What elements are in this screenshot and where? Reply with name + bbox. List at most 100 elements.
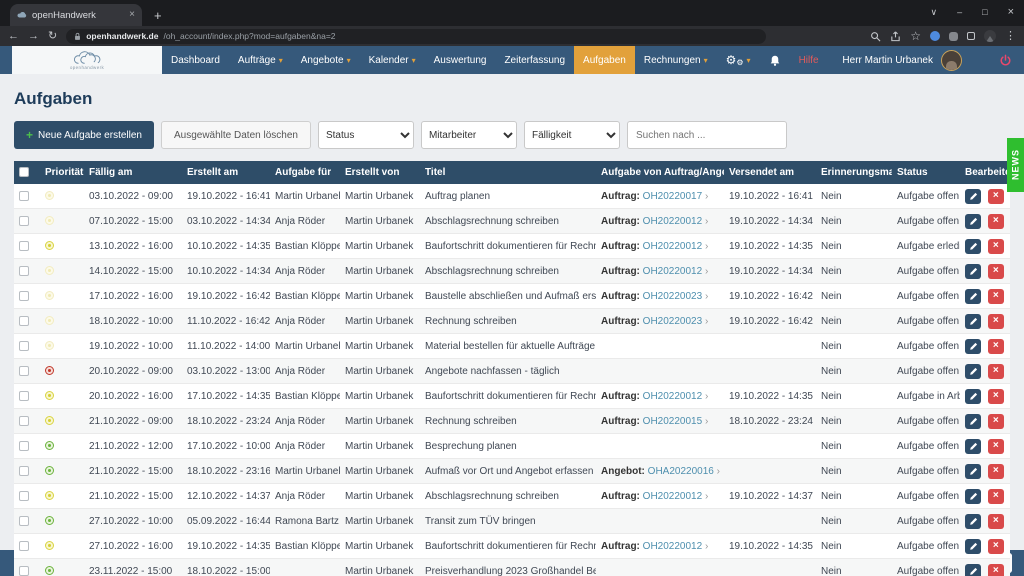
- delete-task-button[interactable]: ×: [988, 539, 1004, 554]
- edit-task-button[interactable]: [965, 364, 981, 379]
- brand-logo[interactable]: openhandwerk: [12, 46, 162, 74]
- browser-tab[interactable]: openHandwerk ×: [10, 4, 142, 26]
- ref-link[interactable]: OH20220012: [643, 391, 703, 402]
- new-task-button[interactable]: + Neue Aufgabe erstellen: [14, 121, 154, 149]
- nav-item-aufgaben[interactable]: Aufgaben: [574, 46, 635, 74]
- delete-task-button[interactable]: ×: [988, 289, 1004, 304]
- back-icon[interactable]: ←: [8, 31, 19, 42]
- row-checkbox[interactable]: [19, 491, 29, 501]
- edit-task-button[interactable]: [965, 514, 981, 529]
- ref-link[interactable]: OH20220023: [643, 291, 703, 302]
- edit-task-button[interactable]: [965, 439, 981, 454]
- edit-task-button[interactable]: [965, 314, 981, 329]
- ref-link[interactable]: OH20220015: [643, 416, 703, 427]
- forward-icon[interactable]: →: [28, 31, 39, 42]
- nav-item-zeiterfassung[interactable]: Zeiterfassung: [495, 46, 574, 74]
- delete-task-button[interactable]: ×: [988, 439, 1004, 454]
- notifications-button[interactable]: [760, 46, 790, 74]
- edit-task-button[interactable]: [965, 414, 981, 429]
- delete-task-button[interactable]: ×: [988, 314, 1004, 329]
- window-maximize-icon[interactable]: □: [982, 7, 987, 17]
- delete-task-button[interactable]: ×: [988, 239, 1004, 254]
- row-checkbox[interactable]: [19, 441, 29, 451]
- row-checkbox[interactable]: [19, 366, 29, 376]
- row-checkbox[interactable]: [19, 266, 29, 276]
- ref-link[interactable]: OHA20220016: [648, 466, 714, 477]
- settings-menu[interactable]: ⚙ ⚙ ▾: [717, 46, 760, 74]
- faelligkeit-filter-select[interactable]: Fälligkeit: [524, 121, 620, 149]
- delete-task-button[interactable]: ×: [988, 489, 1004, 504]
- window-close-icon[interactable]: ×: [1008, 6, 1014, 18]
- row-checkbox[interactable]: [19, 566, 29, 576]
- edit-task-button[interactable]: [965, 239, 981, 254]
- share-icon[interactable]: [890, 31, 901, 42]
- ref-link[interactable]: OH20220012: [643, 266, 703, 277]
- row-checkbox[interactable]: [19, 416, 29, 426]
- row-checkbox[interactable]: [19, 391, 29, 401]
- nav-item-kalender[interactable]: Kalender▾: [360, 46, 425, 74]
- ref-link[interactable]: OH20220023: [643, 316, 703, 327]
- edit-task-button[interactable]: [965, 339, 981, 354]
- mitarbeiter-filter-select[interactable]: Mitarbeiter: [421, 121, 517, 149]
- new-tab-button[interactable]: +: [154, 9, 162, 22]
- edit-task-button[interactable]: [965, 289, 981, 304]
- edit-task-button[interactable]: [965, 464, 981, 479]
- ref-link[interactable]: OH20220012: [643, 241, 703, 252]
- delete-task-button[interactable]: ×: [988, 214, 1004, 229]
- ref-link[interactable]: OH20220012: [643, 541, 703, 552]
- tab-search-icon[interactable]: ∨: [931, 7, 938, 18]
- delete-task-button[interactable]: ×: [988, 264, 1004, 279]
- edit-task-button[interactable]: [965, 214, 981, 229]
- row-checkbox[interactable]: [19, 216, 29, 226]
- tab-close-icon[interactable]: ×: [129, 10, 135, 20]
- ref-link[interactable]: OH20220012: [643, 216, 703, 227]
- row-checkbox[interactable]: [19, 191, 29, 201]
- row-checkbox[interactable]: [19, 516, 29, 526]
- news-tab[interactable]: NEWS: [1007, 138, 1024, 192]
- nav-item-angebote[interactable]: Angebote▾: [292, 46, 360, 74]
- bookmark-star-icon[interactable]: ☆: [910, 30, 921, 42]
- delete-task-button[interactable]: ×: [988, 189, 1004, 204]
- delete-selected-button[interactable]: Ausgewählte Daten löschen: [161, 121, 311, 149]
- extension-pin-icon[interactable]: [949, 32, 958, 41]
- nav-item-auswertung[interactable]: Auswertung: [425, 46, 496, 74]
- row-checkbox[interactable]: [19, 316, 29, 326]
- delete-task-button[interactable]: ×: [988, 389, 1004, 404]
- row-checkbox[interactable]: [19, 241, 29, 251]
- delete-task-button[interactable]: ×: [988, 464, 1004, 479]
- edit-task-button[interactable]: [965, 264, 981, 279]
- logout-button[interactable]: [987, 54, 1024, 67]
- ref-link[interactable]: OH20220012: [643, 491, 703, 502]
- edit-task-button[interactable]: [965, 564, 981, 576]
- user-avatar[interactable]: [941, 50, 962, 71]
- edit-task-button[interactable]: [965, 489, 981, 504]
- delete-task-button[interactable]: ×: [988, 564, 1004, 576]
- search-icon[interactable]: [870, 31, 881, 42]
- row-checkbox[interactable]: [19, 541, 29, 551]
- reload-icon[interactable]: ↻: [48, 31, 57, 42]
- row-checkbox[interactable]: [19, 291, 29, 301]
- extension-blue-icon[interactable]: [930, 31, 940, 41]
- search-input[interactable]: [627, 121, 787, 149]
- edit-task-button[interactable]: [965, 189, 981, 204]
- status-filter-select[interactable]: Status: [318, 121, 414, 149]
- nav-item-dashboard[interactable]: Dashboard: [162, 46, 229, 74]
- ref-link[interactable]: OH20220017: [643, 191, 703, 202]
- delete-task-button[interactable]: ×: [988, 414, 1004, 429]
- nav-item-rechnungen[interactable]: Rechnungen▾: [635, 46, 717, 74]
- delete-task-button[interactable]: ×: [988, 339, 1004, 354]
- url-bar[interactable]: openhandwerk.de/oh_account/index.php?mod…: [66, 29, 766, 44]
- select-all-checkbox[interactable]: [19, 167, 29, 177]
- row-checkbox[interactable]: [19, 341, 29, 351]
- tab-groups-icon[interactable]: [967, 32, 975, 40]
- nav-item-hilfe[interactable]: Hilfe: [790, 46, 828, 74]
- delete-task-button[interactable]: ×: [988, 364, 1004, 379]
- delete-task-button[interactable]: ×: [988, 514, 1004, 529]
- edit-task-button[interactable]: [965, 389, 981, 404]
- edit-task-button[interactable]: [965, 539, 981, 554]
- window-minimize-icon[interactable]: –: [957, 7, 962, 17]
- browser-profile-avatar[interactable]: [984, 30, 996, 42]
- nav-item-auftraege[interactable]: Aufträge▾: [229, 46, 292, 74]
- row-checkbox[interactable]: [19, 466, 29, 476]
- browser-menu-icon[interactable]: ⋮: [1005, 31, 1016, 42]
